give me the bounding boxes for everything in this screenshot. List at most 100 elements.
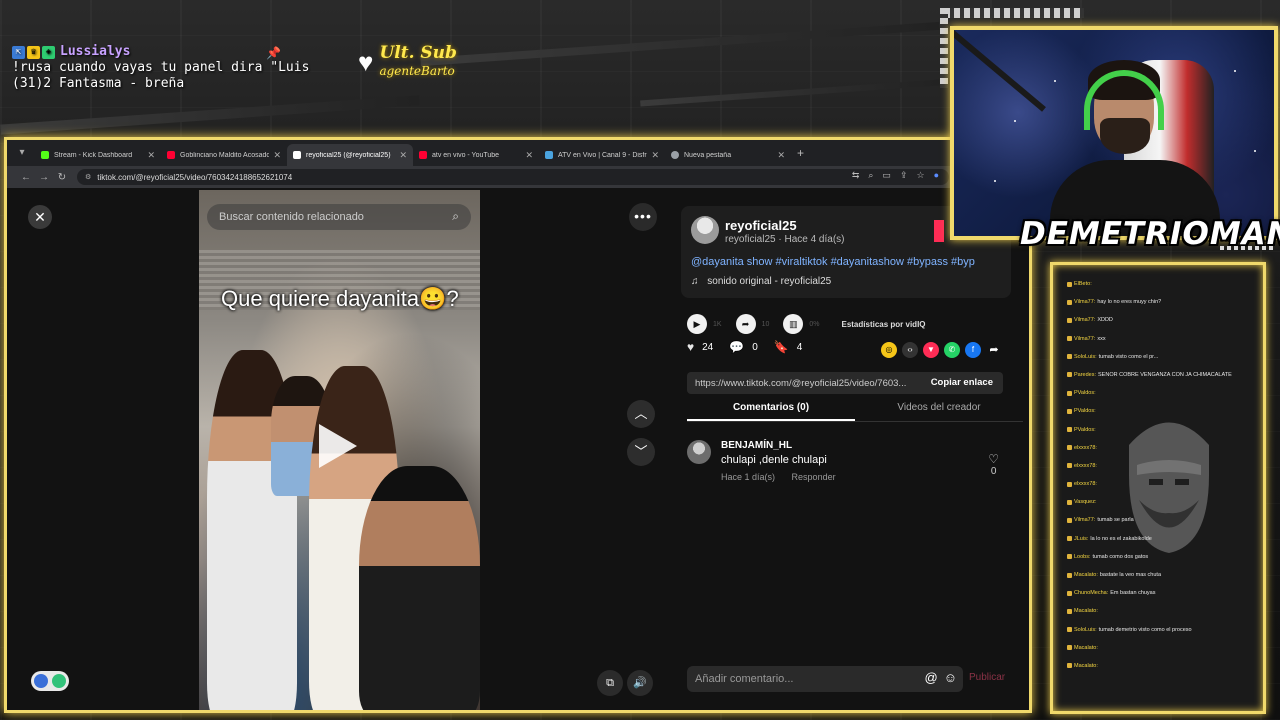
tab-goblinciano[interactable]: Goblinciano Maldito Acosador ✕ bbox=[161, 144, 287, 166]
repost-icon[interactable]: ▼ bbox=[923, 342, 939, 358]
close-icon[interactable]: ✕ bbox=[399, 150, 407, 161]
new-tab-button[interactable]: + bbox=[797, 146, 804, 160]
video-player[interactable]: Buscar contenido relacionado ⌕ Que quier… bbox=[199, 190, 480, 710]
coin-icon[interactable]: ◎ bbox=[881, 342, 897, 358]
chat-badge-icon bbox=[1067, 499, 1072, 505]
add-comment-placeholder: Añadir comentario... bbox=[695, 673, 794, 685]
close-icon[interactable]: ✕ bbox=[651, 150, 659, 161]
engagement-row: ♥ 24 💬 0 🔖 4 bbox=[687, 340, 818, 354]
post-details-panel: reyoficial25 reyoficial25 · Hace 4 día(s… bbox=[667, 188, 1029, 710]
chat-message: SoloLuis: tumab visto como el pr... bbox=[1067, 354, 1263, 360]
related-search-input[interactable]: Buscar contenido relacionado ⌕ bbox=[207, 204, 471, 230]
chat-username: Macalato: bbox=[1074, 662, 1098, 669]
chat-badge-icon bbox=[1067, 445, 1072, 451]
chat-text: XDDD bbox=[1097, 317, 1113, 324]
extension-toggle[interactable] bbox=[31, 671, 69, 691]
like-heart-icon[interactable]: ♥ bbox=[687, 340, 694, 354]
ceiling-beam bbox=[0, 95, 420, 135]
author-name[interactable]: reyoficial25 bbox=[725, 218, 797, 233]
embed-code-icon[interactable]: ‹› bbox=[902, 342, 918, 358]
chat-badge-icon bbox=[1067, 390, 1072, 396]
chat-badge-icon bbox=[1067, 572, 1072, 578]
copy-link-button[interactable]: Copiar enlace bbox=[931, 377, 993, 388]
back-arrow-icon[interactable]: ← bbox=[17, 172, 35, 183]
extension-icon[interactable]: ● bbox=[934, 170, 939, 181]
play-icon[interactable] bbox=[319, 424, 357, 468]
commenter-avatar[interactable] bbox=[687, 440, 711, 464]
sound-info[interactable]: ♫ sonido original - reyoficial25 bbox=[691, 276, 831, 287]
chat-message: elxxxx78: bbox=[1067, 463, 1263, 469]
chat-message: ElBeto: bbox=[1067, 281, 1263, 287]
tab-atv-youtube[interactable]: atv en vivo - YouTube ✕ bbox=[413, 144, 539, 166]
search-icon[interactable]: ⌕ bbox=[452, 209, 459, 224]
bookmark-star-icon[interactable]: ☆ bbox=[916, 170, 924, 181]
chat-badge-icon bbox=[1067, 590, 1072, 596]
name-dots-decoration bbox=[1220, 246, 1276, 250]
facebook-icon[interactable]: f bbox=[965, 342, 981, 358]
vidiq-stats-label[interactable]: Estadísticas por vidIQ bbox=[841, 320, 925, 329]
tab-new-tab[interactable]: Nueva pestaña ✕ bbox=[665, 144, 791, 166]
tab-label: Goblinciano Maldito Acosador bbox=[180, 151, 270, 159]
comment-input-icons: @ ☺ bbox=[925, 670, 957, 685]
close-icon[interactable]: ✕ bbox=[777, 150, 785, 161]
close-icon[interactable]: ✕ bbox=[147, 150, 155, 161]
chat-badge-icon bbox=[1067, 299, 1072, 305]
tab-atv-canal9[interactable]: ATV en Vivo | Canal 9 - Disfruta ✕ bbox=[539, 144, 665, 166]
vidiq-stats-row: ▶ 1K ➦ 10 ▥ 0% Estadísticas por vidIQ bbox=[687, 314, 926, 334]
previous-video-button[interactable]: ︿ bbox=[627, 400, 655, 428]
close-video-button[interactable]: ✕ bbox=[28, 205, 52, 229]
share-icons: ◎ ‹› ▼ ✆ f ➦ bbox=[881, 342, 1002, 358]
percent-value: 0% bbox=[809, 320, 820, 328]
bookmark-icon[interactable]: 🔖 bbox=[774, 340, 789, 354]
tab-label: atv en vivo - YouTube bbox=[432, 151, 500, 159]
tab-search-icon[interactable]: ▾ bbox=[15, 146, 29, 160]
address-bar[interactable]: ⚙ tiktok.com/@reyoficial25/video/7603424… bbox=[77, 169, 949, 185]
volume-button[interactable]: 🔊 bbox=[627, 670, 653, 696]
chat-message: PValdos: bbox=[1067, 427, 1263, 433]
post-description[interactable]: @dayanita show #viraltiktok #dayanitasho… bbox=[691, 256, 975, 268]
browser-toolbar: ← → ↻ ⚙ tiktok.com/@reyoficial25/video/7… bbox=[7, 166, 1029, 188]
forward-arrow-icon[interactable]: → bbox=[35, 172, 53, 183]
browser-frame: ▾ Stream - Kick Dashboard ✕ Goblinciano … bbox=[4, 137, 1032, 713]
site-info-icon[interactable]: ⚙ bbox=[85, 173, 91, 181]
share-arrow-icon[interactable]: ➦ bbox=[986, 342, 1002, 358]
publish-button[interactable]: Publicar bbox=[969, 672, 1005, 683]
tiktok-red-accent bbox=[934, 220, 944, 242]
comment-meta: Hace 1 día(s) Responder bbox=[721, 472, 850, 482]
emoji-icon[interactable]: ☺ bbox=[944, 670, 957, 685]
chat-username: SoloLuis: bbox=[1074, 353, 1097, 360]
cast-icon[interactable]: ▭ bbox=[882, 170, 891, 181]
more-options-button[interactable]: ••• bbox=[629, 203, 657, 231]
reply-button[interactable]: Responder bbox=[792, 472, 836, 482]
chat-username: ElBeto: bbox=[1074, 281, 1092, 287]
share-page-icon[interactable]: ⇪ bbox=[900, 170, 908, 181]
translate-icon[interactable]: ⇆ bbox=[852, 170, 860, 181]
mention-at-icon[interactable]: @ bbox=[925, 670, 938, 685]
next-video-button[interactable]: ﹀ bbox=[627, 438, 655, 466]
star-decoration bbox=[1234, 70, 1236, 72]
tab-kick-dashboard[interactable]: Stream - Kick Dashboard ✕ bbox=[35, 144, 161, 166]
tab-tiktok-reyoficial25[interactable]: reyoficial25 (@reyoficial25) ✕ bbox=[287, 144, 413, 166]
comment-like-button[interactable]: ♡ 0 bbox=[988, 452, 999, 477]
commenter-name[interactable]: BENJAMÍN_HL bbox=[721, 440, 792, 451]
tab-comments[interactable]: Comentarios (0) bbox=[687, 398, 855, 421]
youtube-favicon-icon bbox=[419, 151, 427, 159]
panel-tabs: Comentarios (0) Videos del creador bbox=[687, 398, 1023, 422]
stream-chat-overlay: ⇱ ♛ ◈ Lussialys !rusa cuando vayas tu pa… bbox=[12, 44, 309, 92]
heart-outline-icon: ♡ bbox=[988, 452, 999, 466]
zoom-icon[interactable]: ⌕ bbox=[868, 170, 873, 181]
reload-icon[interactable]: ↻ bbox=[53, 172, 71, 183]
author-avatar[interactable] bbox=[691, 216, 719, 244]
whatsapp-icon[interactable]: ✆ bbox=[944, 342, 960, 358]
toolbar-icons: ⇆ ⌕ ▭ ⇪ ☆ ● bbox=[852, 170, 939, 181]
add-comment-input[interactable]: Añadir comentario... @ ☺ bbox=[687, 666, 963, 692]
chat-message: elxxxx78: bbox=[1067, 445, 1263, 451]
crown-badge-icon: ♛ bbox=[27, 45, 40, 59]
close-icon[interactable]: ✕ bbox=[273, 150, 281, 161]
chat-username: Vilma77: bbox=[1074, 299, 1096, 306]
chat-text: la lo no es el zakabikolde bbox=[1090, 535, 1152, 542]
pip-button[interactable]: ⧉ bbox=[597, 670, 623, 696]
comment-bubble-icon[interactable]: 💬 bbox=[729, 340, 744, 354]
tab-creator-videos[interactable]: Videos del creador bbox=[855, 398, 1023, 421]
close-icon[interactable]: ✕ bbox=[525, 150, 533, 161]
